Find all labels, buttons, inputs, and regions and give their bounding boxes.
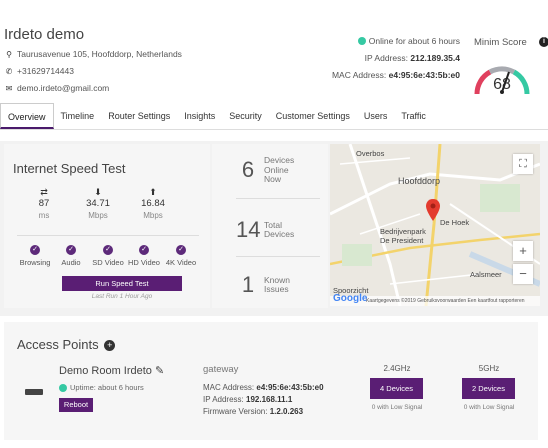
check-4k-video: ✓ 4K Video bbox=[165, 245, 197, 267]
ping-metric: ⇄ 87 ms bbox=[24, 187, 64, 222]
check-icon: ✓ bbox=[139, 245, 149, 255]
ping-unit: ms bbox=[38, 211, 50, 220]
check-icon: ✓ bbox=[66, 245, 76, 255]
band-5ghz-low-signal: 0 with Low Signal bbox=[463, 404, 515, 411]
stat-known-issues[interactable]: 1 Known Issues bbox=[236, 272, 290, 298]
stat-devices-online[interactable]: 6 Devices Online Now bbox=[236, 155, 295, 185]
fullscreen-icon[interactable]: ⛶ bbox=[513, 154, 533, 174]
phone-line: ✆ +31629714443 bbox=[4, 66, 74, 76]
tab-users[interactable]: Users bbox=[357, 103, 395, 129]
stat-label: Total Devices bbox=[264, 219, 295, 239]
site-header: Irdeto demo ⚲ Taurusavenue 105, Hoofddor… bbox=[0, 0, 548, 104]
tab-overview[interactable]: Overview bbox=[0, 103, 54, 129]
online-status: Online for about 6 hours bbox=[332, 33, 460, 50]
add-access-point-icon[interactable]: + bbox=[104, 340, 116, 351]
access-point-uptime: Uptime: about 6 hours bbox=[59, 383, 144, 392]
tab-traffic[interactable]: Traffic bbox=[394, 103, 433, 129]
upload-metric: ⬆ 16.84 Mbps bbox=[133, 187, 173, 222]
tab-router-settings[interactable]: Router Settings bbox=[101, 103, 177, 129]
address-text: Taurusavenue 105, Hoofddorp, Netherlands bbox=[17, 49, 182, 59]
speed-divider bbox=[17, 235, 199, 236]
stat-divider bbox=[236, 256, 320, 257]
email-line: ✉ demo.irdeto@gmail.com bbox=[4, 83, 110, 93]
map-label: De Hoek bbox=[440, 218, 470, 227]
email-text[interactable]: demo.irdeto@gmail.com bbox=[17, 83, 109, 93]
connection-status: Online for about 6 hours IP Address: 212… bbox=[332, 33, 460, 84]
zoom-in-button[interactable]: + bbox=[513, 241, 533, 261]
check-icon: ✓ bbox=[103, 245, 113, 255]
stat-label: Devices Online Now bbox=[264, 155, 295, 184]
band-2-4ghz-devices-button[interactable]: 4 Devices bbox=[370, 378, 423, 399]
envelope-icon: ✉ bbox=[5, 83, 13, 93]
check-icon: ✓ bbox=[176, 245, 186, 255]
map-label: Overbos bbox=[356, 149, 385, 158]
stat-number: 6 bbox=[241, 157, 255, 183]
check-browsing: ✓ Browsing bbox=[19, 245, 51, 267]
zoom-out-button[interactable]: − bbox=[513, 264, 533, 284]
mac-address-line: MAC Address: e4:95:6e:43:5b:e0 bbox=[331, 70, 460, 80]
tab-security[interactable]: Security bbox=[222, 103, 269, 129]
access-points-title: Access Points + bbox=[17, 337, 116, 352]
tab-insights[interactable]: Insights bbox=[177, 103, 222, 129]
online-dot-icon bbox=[59, 383, 67, 392]
ap-firmware-version: Firmware Version: 1.2.0.263 bbox=[203, 407, 304, 416]
ping-arrows-icon: ⇄ bbox=[40, 187, 48, 197]
location-pin-icon bbox=[426, 199, 440, 221]
tab-timeline[interactable]: Timeline bbox=[54, 103, 102, 129]
google-logo: Google bbox=[333, 293, 368, 304]
stat-divider bbox=[236, 198, 320, 199]
minim-score-gauge: 68 bbox=[474, 66, 530, 95]
speed-test-title: Internet Speed Test bbox=[13, 161, 126, 176]
check-icon: ✓ bbox=[30, 245, 40, 255]
location-pin-icon: ⚲ bbox=[6, 49, 12, 59]
edit-pencil-icon[interactable]: ✎ bbox=[155, 365, 164, 377]
address-line: ⚲ Taurusavenue 105, Hoofddorp, Netherlan… bbox=[4, 49, 182, 59]
run-speed-test-button[interactable]: Run Speed Test bbox=[62, 276, 182, 291]
band-2-4ghz-low-signal: 0 with Low Signal bbox=[371, 404, 423, 411]
check-hd-video: ✓ HD Video bbox=[128, 245, 160, 267]
check-audio: ✓ Audio bbox=[61, 245, 81, 267]
upload-value: 16.84 bbox=[141, 198, 165, 209]
ping-value: 87 bbox=[38, 198, 50, 209]
download-metric: ⬇ 34.71 Mbps bbox=[78, 187, 118, 222]
map-label: Hoofddorp bbox=[398, 176, 441, 186]
band-2-4ghz-label: 2.4GHz bbox=[383, 364, 411, 373]
stat-label: Known Issues bbox=[264, 274, 290, 294]
check-sd-video: ✓ SD Video bbox=[92, 245, 124, 267]
download-value: 34.71 bbox=[86, 198, 110, 209]
stat-total-devices[interactable]: 14 Total Devices bbox=[236, 217, 294, 243]
minim-score-title: Minim Score bbox=[474, 37, 527, 48]
download-icon: ⬇ bbox=[94, 187, 102, 197]
map-label: Aalsmeer bbox=[470, 270, 502, 279]
map-roads bbox=[330, 144, 540, 306]
map-label: Bedrijvenpark bbox=[380, 227, 426, 236]
phone-text: +31629714443 bbox=[17, 66, 74, 76]
download-unit: Mbps bbox=[88, 211, 108, 220]
info-icon[interactable]: i bbox=[539, 37, 548, 47]
upload-unit: Mbps bbox=[143, 211, 163, 220]
access-point-name: Demo Room Irdeto ✎ bbox=[59, 365, 165, 377]
tab-bar: Overview Timeline Router Settings Insigh… bbox=[0, 103, 548, 130]
ap-ip-address: IP Address: 192.168.11.1 bbox=[203, 395, 293, 404]
site-title: Irdeto demo bbox=[4, 26, 85, 43]
phone-icon: ✆ bbox=[5, 66, 13, 76]
ip-address-line: IP Address: 212.189.35.4 bbox=[364, 53, 460, 63]
band-5ghz-devices-button[interactable]: 2 Devices bbox=[462, 378, 515, 399]
upload-icon: ⬆ bbox=[149, 187, 157, 197]
router-icon bbox=[25, 389, 43, 395]
stat-number: 14 bbox=[236, 217, 261, 242]
location-map[interactable]: Overbos Hoofddorp De Hoek Bedrijvenpark … bbox=[330, 144, 540, 306]
map-label: De President bbox=[380, 236, 424, 245]
ap-mac-address: MAC Address: e4:95:6e:43:5b:e0 bbox=[203, 383, 324, 392]
stat-number: 1 bbox=[241, 272, 255, 297]
tab-customer-settings[interactable]: Customer Settings bbox=[269, 103, 357, 129]
online-dot-icon bbox=[357, 37, 366, 45]
reboot-button[interactable]: Reboot bbox=[59, 398, 93, 412]
last-run-text: Last Run 1 Hour Ago bbox=[91, 293, 153, 300]
band-5ghz-label: 5GHz bbox=[478, 364, 500, 373]
access-point-role: gateway bbox=[203, 364, 239, 375]
